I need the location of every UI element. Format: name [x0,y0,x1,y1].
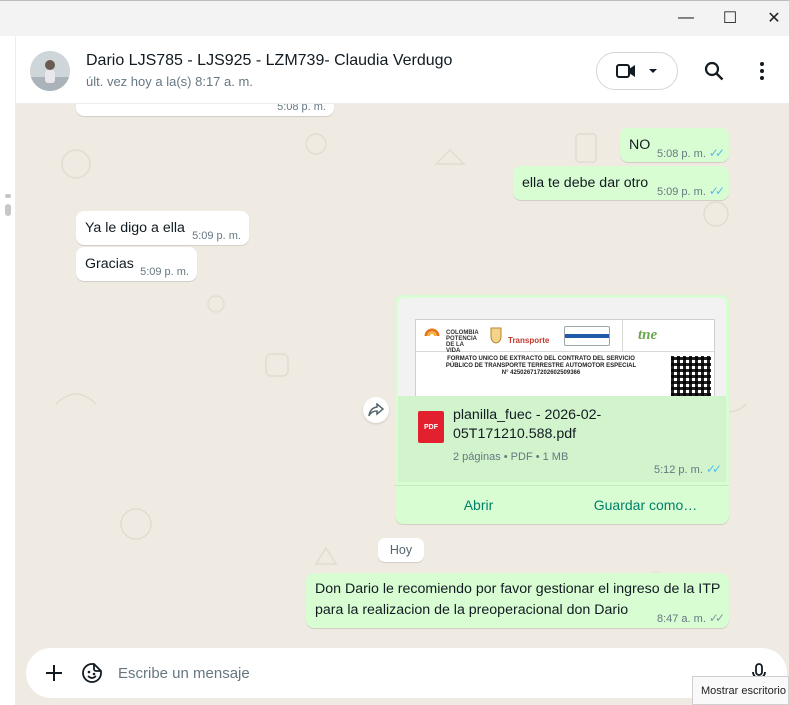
search-button[interactable] [701,58,727,84]
message-meta: 5:12 p. m. ✓✓ [653,460,722,480]
message-bubble-outgoing[interactable]: Don Dario le recomiendo por favor gestio… [306,573,729,628]
composer-bar [26,648,787,698]
colombia-logo-icon [424,328,440,337]
message-bubble-outgoing[interactable]: ella te debe dar otro 5:09 p. m. ✓✓ [513,166,729,200]
window-titlebar: — ☐ ✕ [0,0,789,36]
message-meta: 5:09 p. m. ✓✓ [656,182,725,202]
message-bubble-incoming[interactable]: Ya le digo a ella 5:09 p. m. [76,211,249,245]
message-time: 5:09 p. m. [656,186,706,198]
minimize-button[interactable]: — [663,1,709,35]
day-separator: Hoy [378,538,424,562]
sticker-icon [82,663,102,683]
read-ticks-icon: ✓✓ [705,462,722,476]
forward-icon [368,403,384,417]
plus-icon [46,665,62,681]
chevron-down-icon [649,69,657,73]
message-time: 5:08 p. m. [656,148,706,160]
menu-button[interactable] [749,58,775,84]
scroll-arrow-icon[interactable] [5,194,11,198]
message-time: 5:09 p. m. [192,230,241,242]
tne-logo-text: tne [638,327,658,343]
delivered-ticks-icon: ✓✓ [708,611,725,625]
maximize-icon: ☐ [722,10,738,27]
scrollbar-thumb[interactable] [5,204,11,216]
left-panel-edge [0,36,16,705]
message-meta: 5:08 p. m. ✓✓ [656,144,725,164]
minimize-icon: — [678,9,694,26]
show-desktop-tooltip: Mostrar escritorio [692,676,789,705]
message-bubble-outgoing[interactable]: NO 5:08 p. m. ✓✓ [620,128,729,162]
transporte-logo-text: Transporte [508,336,550,345]
document-heading-line: FORMATO UNICO DE EXTRACTO DEL CONTRATO D… [447,356,635,362]
close-button[interactable]: ✕ [751,1,789,35]
video-call-icon [616,64,635,78]
message-time: 5:12 p. m. [653,464,703,476]
document-info[interactable]: PDF planilla_fuec - 2026-02-05T171210.58… [398,396,726,482]
message-meta: 8:47 a. m. ✓✓ [656,609,725,629]
pdf-file-icon: PDF [418,411,444,443]
open-document-button[interactable]: Abrir [395,486,562,524]
document-heading-line: N° 425026717202602509366 [501,370,581,376]
coat-of-arms-icon [490,327,502,344]
read-ticks-icon: ✓✓ [708,146,725,160]
search-icon [704,61,724,81]
document-page-header: COLOMBIA POTENCIA DE LA VIDA Transporte … [416,320,714,354]
document-details: 2 páginas • PDF • 1 MB [453,451,569,463]
sticker-button[interactable] [80,661,104,685]
contact-name[interactable]: Dario LJS785 - LJS925 - LZM739- Claudia … [86,52,452,70]
document-heading: FORMATO UNICO DE EXTRACTO DEL CONTRATO D… [416,356,666,377]
close-icon: ✕ [767,10,781,27]
document-heading-line: PÚBLICO DE TRANSPORTE TERRESTRE AUTOMOTO… [445,363,637,369]
message-text: Ya le digo a ella [85,220,185,236]
message-bubble-incoming[interactable]: 5:08 p. m. [76,104,334,116]
header-divider [622,320,623,352]
forward-button[interactable] [363,397,389,423]
document-preview[interactable]: COLOMBIA POTENCIA DE LA VIDA Transporte … [398,298,726,396]
qr-code-icon [671,356,711,396]
chat-messages-area[interactable]: 5:08 p. m. NO 5:08 p. m. ✓✓ ella te debe … [16,104,789,639]
message-text: NO [629,137,651,153]
read-ticks-icon: ✓✓ [708,184,725,198]
attach-button[interactable] [42,661,66,685]
message-input[interactable] [118,661,718,685]
message-time: 5:09 p. m. [140,266,189,278]
document-page-thumbnail: COLOMBIA POTENCIA DE LA VIDA Transporte … [415,319,715,396]
avatar[interactable] [30,51,70,91]
message-bubble-incoming[interactable]: Gracias 5:09 p. m. [76,247,197,281]
maximize-button[interactable]: ☐ [707,1,753,35]
video-call-button[interactable] [596,52,678,90]
message-composer [16,639,789,705]
colombia-logo-text: COLOMBIA POTENCIA DE LA VIDA [446,330,479,354]
menu-icon [760,62,764,80]
document-file-name: planilla_fuec - 2026-02-05T171210.588.pd… [453,407,602,442]
avatar-photo-icon [30,51,70,91]
message-time: 8:47 a. m. [656,613,706,625]
document-actions: Abrir Guardar como… [395,485,729,524]
message-text: ella te debe dar otro [522,175,649,191]
certification-seal-icon [564,326,610,346]
message-text: Gracias [85,256,134,272]
save-as-button[interactable]: Guardar como… [562,486,729,524]
document-message-bubble[interactable]: COLOMBIA POTENCIA DE LA VIDA Transporte … [395,295,729,524]
last-seen-status: últ. vez hoy a la(s) 8:17 a. m. [86,74,253,89]
message-time: 5:08 p. m. [277,104,326,113]
chat-header: Dario LJS785 - LJS925 - LZM739- Claudia … [16,36,789,104]
